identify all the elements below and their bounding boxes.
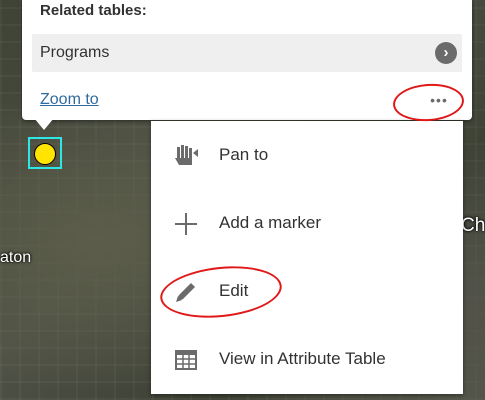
selected-feature-marker[interactable] [28,137,62,169]
related-table-label: Programs [40,44,110,61]
menu-item-label: View in Attribute Table [219,349,386,368]
zoom-to-link[interactable]: Zoom to [40,91,99,109]
menu-item-label: Edit [219,281,249,300]
table-icon [171,345,201,375]
menu-item-label: Add a marker [219,213,322,232]
map-place-label: Ch [461,215,485,236]
menu-item-pan-to[interactable]: Pan to [151,121,463,189]
menu-item-view-attribute-table[interactable]: View in Attribute Table [151,325,463,393]
point-symbol-icon [34,143,56,165]
more-actions-button[interactable]: ••• [418,88,460,112]
related-tables-heading: Related tables: [40,2,147,19]
chevron-right-icon[interactable]: › [435,42,457,64]
menu-item-add-marker[interactable]: Add a marker [151,189,463,257]
plus-icon [171,209,201,239]
menu-item-label: Pan to [219,145,269,164]
feature-popup: Related tables: Programs › Zoom to ••• [22,0,472,120]
menu-item-edit[interactable]: Edit [151,257,463,325]
popup-pointer [34,118,54,130]
actions-menu: Pan to Add a marker Edit View in Attribu… [151,121,463,394]
hand-pan-icon [171,141,201,171]
pencil-icon [171,277,201,307]
related-table-item[interactable]: Programs › [32,34,462,72]
map-place-label: aton [0,249,32,266]
